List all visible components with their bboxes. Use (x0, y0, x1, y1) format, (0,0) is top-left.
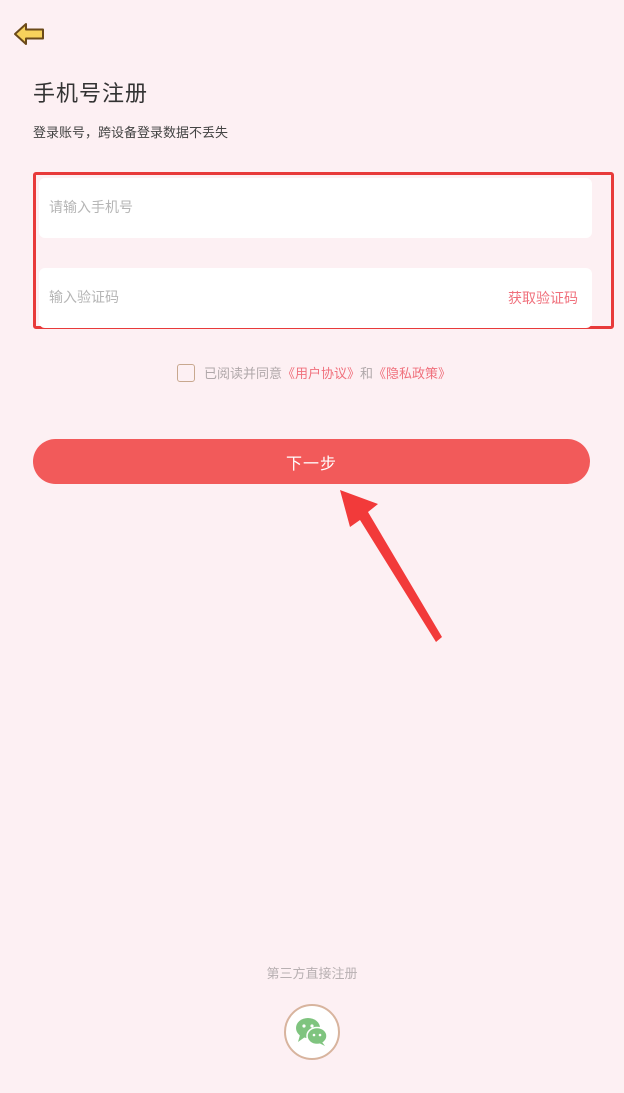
annotation-arrow-icon (340, 490, 442, 642)
agreement-row: 已阅读并同意 《用户协议》 和 《隐私政策》 (177, 363, 451, 382)
wechat-login-button[interactable] (284, 1004, 340, 1060)
next-step-button[interactable]: 下一步 (33, 439, 590, 484)
code-field: 获取验证码 (39, 268, 592, 328)
agreement-prefix: 已阅读并同意 (204, 367, 283, 382)
wechat-icon (296, 1018, 328, 1046)
phone-field (39, 178, 592, 238)
register-page: 手机号注册 登录账号，跨设备登录数据不丢失 获取验证码 已阅读并同意 《用户协议… (0, 0, 624, 1093)
form-highlight-box: 获取验证码 (33, 172, 614, 329)
third-party-label: 第三方直接注册 (266, 967, 358, 982)
agreement-checkbox[interactable] (177, 363, 195, 382)
phone-input[interactable] (39, 178, 592, 238)
arrow-left-icon (14, 23, 44, 45)
agreement-and: 和 (360, 367, 374, 382)
back-button[interactable] (12, 20, 48, 50)
verification-code-input[interactable] (39, 268, 508, 328)
user-agreement-link[interactable]: 《用户协议》 (282, 363, 360, 382)
page-title: 手机号注册 (33, 82, 149, 107)
get-code-button[interactable]: 获取验证码 (508, 288, 592, 308)
page-subtitle: 登录账号，跨设备登录数据不丢失 (33, 126, 229, 141)
privacy-policy-link[interactable]: 《隐私政策》 (373, 363, 451, 382)
